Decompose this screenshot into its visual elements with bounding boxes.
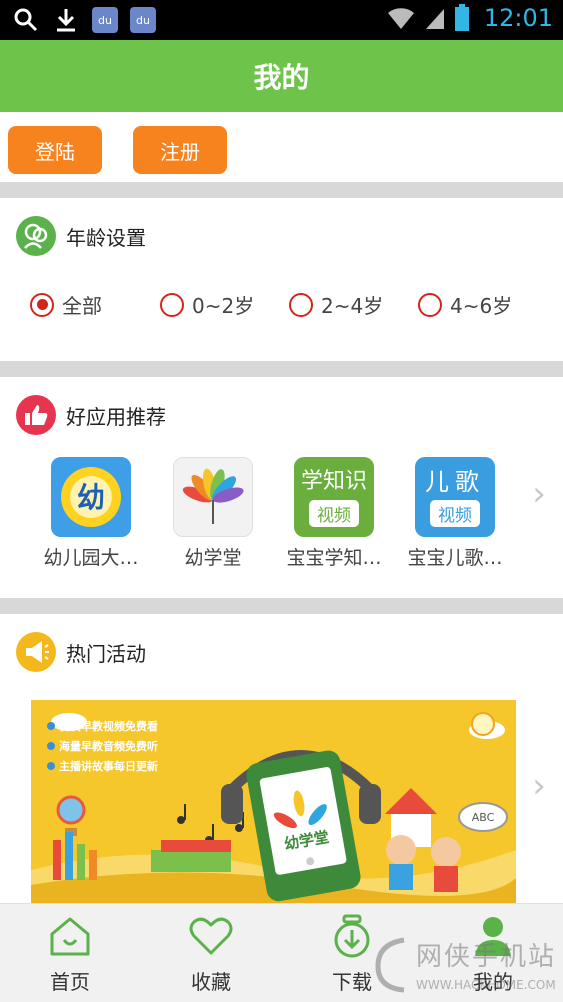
app-tile-text: 幼 [77,481,105,514]
app-item[interactable]: 幼学堂 [158,457,268,570]
baidu-icon: du [92,7,118,33]
clock: 12:01 [483,4,553,32]
bottom-nav: 首页 收藏 下载 我的 [0,903,563,1002]
activity-banner[interactable]: 优质早教视频免费看 海量早教音频免费听 主播讲故事每日更新 幼学堂 ABC [31,700,516,904]
app-label: 宝宝儿歌… [407,547,503,569]
thumbs-up-icon [16,395,56,435]
signal-icon [425,9,444,29]
app-label: 宝宝学知… [286,547,382,569]
account-row: 登陆 注册 [0,112,563,182]
age-option-4-6[interactable]: 4~6岁 [418,290,512,319]
banner-line-3: 主播讲故事每日更新 [59,759,158,773]
login-button[interactable]: 登陆 [8,126,102,174]
app-tile-text: 学知识 [300,468,367,494]
nav-label: 下载 [332,970,372,994]
heart-icon [187,912,235,960]
wifi-icon [387,8,414,30]
title-bar: 我的 [0,40,563,112]
nav-label: 我的 [473,970,513,994]
user-icon [469,912,517,960]
app-list: 幼 幼儿园大… 幼学堂 学知识 视频 宝宝学知… 儿歌 视频 宝宝儿歌… › [0,457,563,570]
divider [0,361,563,377]
app-icon-songs-video: 儿歌 视频 [415,457,495,537]
radio-icon [289,292,313,317]
chevron-right-icon[interactable]: › [529,766,549,806]
age-settings-section: 年龄设置 全部 0~2岁 2~4岁 4~6岁 [0,198,563,361]
divider [0,182,563,198]
app-item[interactable]: 幼 幼儿园大… [36,457,146,570]
download-icon [52,6,80,34]
nav-item-favorites[interactable]: 收藏 [166,912,256,995]
app-tile-text: 儿歌 [425,467,485,496]
age-option-2-4[interactable]: 2~4岁 [289,290,383,319]
nav-label: 收藏 [191,970,231,994]
home-icon [46,912,94,960]
nav-item-mine[interactable]: 我的 [448,912,538,995]
app-label: 幼学堂 [184,547,242,569]
age-radio-group: 全部 0~2岁 2~4岁 4~6岁 [30,290,550,330]
app-tile-subtext: 视频 [430,499,480,527]
app-tile-subtext: 视频 [309,499,359,527]
divider [0,598,563,614]
nav-item-home[interactable]: 首页 [25,912,115,995]
nav-label: 首页 [50,970,90,994]
banner-line-1: 优质早教视频免费看 [59,719,158,733]
chevron-right-icon[interactable]: › [529,474,549,514]
battery-icon [454,4,469,31]
page-title: 我的 [253,61,310,94]
search-icon [12,6,40,34]
age-option-all[interactable]: 全部 [30,290,102,319]
radio-icon [160,292,184,317]
status-bar: du du 12:01 [0,0,563,40]
nav-item-downloads[interactable]: 下载 [307,912,397,995]
download-icon [328,912,376,960]
banner-sign-text: ABC [472,811,495,824]
banner-line-2: 海量早教音频免费听 [59,739,158,753]
hot-activities-section: 热门活动 优质早教视频免费看 海量早教音频免费听 主播讲故事每日更新 幼学堂 A… [0,614,563,904]
people-icon [16,216,56,256]
radio-selected-icon [30,292,54,317]
age-settings-title: 年龄设置 [66,225,146,250]
register-button[interactable]: 注册 [133,126,227,174]
app-label: 幼儿园大… [43,547,139,569]
app-icon-youxuetang [173,457,253,537]
app-item[interactable]: 学知识 视频 宝宝学知… [279,457,389,570]
megaphone-icon [16,632,56,672]
age-option-0-2[interactable]: 0~2岁 [160,290,254,319]
hot-activities-title: 热门活动 [66,641,146,666]
radio-icon [418,292,442,317]
app-icon-knowledge-video: 学知识 视频 [294,457,374,537]
app-icon-kindergarten: 幼 [51,457,131,537]
baidu-icon: du [130,7,156,33]
recommended-apps-section: 好应用推荐 幼 幼儿园大… 幼学堂 学知识 视频 宝宝学知… 儿歌 视频 宝宝儿… [0,377,563,598]
recommended-apps-title: 好应用推荐 [66,404,166,429]
app-item[interactable]: 儿歌 视频 宝宝儿歌… [400,457,510,570]
